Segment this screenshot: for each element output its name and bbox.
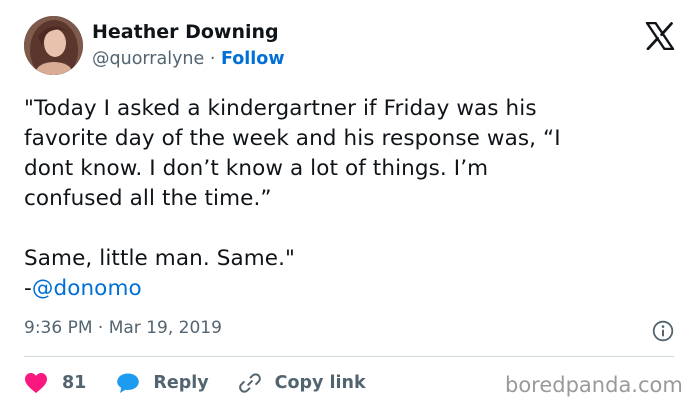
copy-link-button[interactable]: Copy link [238, 372, 366, 394]
tweet-timestamp[interactable]: 9:36 PM · Mar 19, 2019 [24, 318, 222, 338]
mention-link[interactable]: @donomo [32, 276, 142, 301]
author-name[interactable]: Heather Downing [92, 21, 279, 43]
action-bar: 81 Reply Copy link [24, 370, 366, 396]
author-handle-row: @quorralyne · Follow [92, 49, 285, 69]
info-icon[interactable] [652, 320, 674, 342]
tweet-paragraph-quote: "Today I asked a kindergartner if Friday… [24, 96, 561, 211]
tweet-card: Heather Downing @quorralyne · Follow "To… [0, 0, 700, 410]
like-button[interactable]: 81 [24, 372, 86, 394]
x-logo-icon[interactable] [645, 22, 675, 50]
copy-link-label: Copy link [274, 373, 366, 393]
reply-label: Reply [153, 373, 209, 393]
avatar-photo [24, 16, 83, 75]
attribution-prefix: - [24, 276, 32, 301]
heart-icon [25, 373, 47, 393]
divider [24, 356, 674, 357]
follow-button[interactable]: Follow [221, 49, 284, 69]
tweet-time: 9:36 PM [24, 318, 93, 338]
author-handle[interactable]: @quorralyne [92, 49, 204, 69]
tweet-paragraph-closing: Same, little man. Same." [24, 246, 296, 271]
link-icon [238, 373, 261, 393]
avatar[interactable] [24, 16, 83, 75]
like-count: 81 [62, 373, 87, 393]
timestamp-separator: · [97, 318, 104, 338]
tweet-text: "Today I asked a kindergartner if Friday… [24, 94, 684, 304]
tweet-attribution: -@donomo [24, 274, 684, 304]
handle-separator: · [209, 49, 216, 69]
tweet-date: Mar 19, 2019 [108, 318, 222, 338]
speech-bubble-icon [117, 373, 140, 393]
reply-button[interactable]: Reply [116, 372, 209, 394]
watermark: boredpanda.com [505, 373, 683, 397]
